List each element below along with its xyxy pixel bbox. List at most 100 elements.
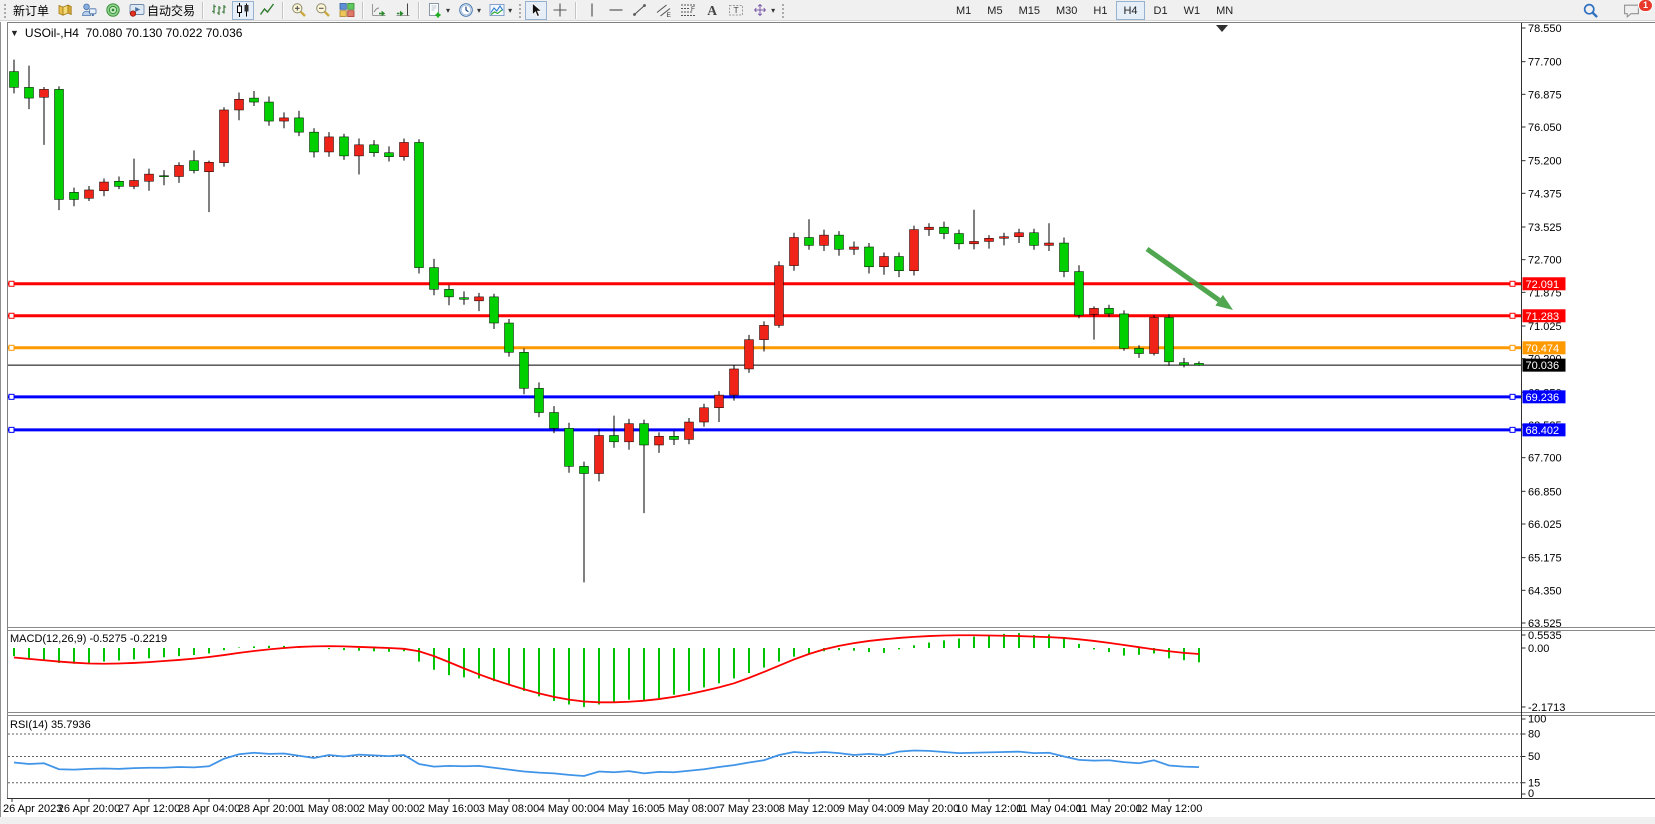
hline-handle[interactable]	[1510, 345, 1515, 350]
template-icon	[489, 2, 505, 18]
hline-handle[interactable]	[9, 427, 14, 432]
chart-canvas[interactable]: 78.55077.70076.87576.05075.20074.37573.5…	[0, 22, 1655, 824]
toolbar-gripper[interactable]	[518, 3, 522, 18]
candle-body	[340, 137, 349, 156]
text-button[interactable]: A	[701, 1, 723, 20]
zoom-in-button[interactable]	[288, 1, 310, 20]
candle-body	[565, 428, 574, 466]
search-button[interactable]	[1575, 1, 1606, 20]
new-order-button[interactable]: 新订单	[10, 1, 52, 20]
hline-handle[interactable]	[1510, 281, 1515, 286]
svg-text:A: A	[707, 3, 717, 18]
arrows-button[interactable]: ▾	[749, 1, 778, 20]
candle-body	[280, 118, 289, 121]
symbols-button[interactable]	[54, 1, 76, 20]
bar-chart-button[interactable]	[208, 1, 230, 20]
periods-button[interactable]: ▾	[455, 1, 484, 20]
candle-body	[490, 297, 499, 323]
tile-icon	[339, 2, 355, 18]
candle-body	[115, 181, 124, 186]
price-tick-label: 72.700	[1528, 255, 1562, 267]
dropdown-arrow-icon[interactable]: ▾	[508, 6, 512, 15]
candle-body	[1195, 363, 1204, 365]
one-click-trading-toggle[interactable]: ▼	[10, 28, 19, 38]
candle-body	[910, 230, 919, 271]
candle-body	[70, 192, 79, 199]
autotrade-icon	[129, 2, 145, 18]
vertical-line-button[interactable]	[581, 1, 603, 20]
cursor-button[interactable]	[525, 1, 547, 20]
hline-handle[interactable]	[1510, 427, 1515, 432]
candle-body	[400, 142, 409, 156]
time-tick-label: 28 Apr 04:00	[178, 803, 240, 815]
candle-body	[715, 395, 724, 408]
timeframe-m1-button[interactable]: M1	[949, 1, 978, 20]
equidistant-channel-button[interactable]: E	[653, 1, 675, 20]
market-watch-button[interactable]	[78, 1, 100, 20]
auto-scroll-button[interactable]	[368, 1, 390, 20]
candle-body	[1150, 317, 1159, 353]
hline-handle[interactable]	[1510, 394, 1515, 399]
hline-handle[interactable]	[9, 313, 14, 318]
time-tick-label: 12 May 12:00	[1136, 803, 1203, 815]
timeframe-m30-button[interactable]: M30	[1049, 1, 1084, 20]
dropdown-arrow-icon[interactable]: ▾	[477, 6, 481, 15]
timeframe-w1-button[interactable]: W1	[1177, 1, 1208, 20]
toolbar-gripper[interactable]	[3, 3, 7, 18]
signals-button[interactable]	[102, 1, 124, 20]
chart-background	[0, 22, 1655, 824]
templates-button[interactable]: ▾	[486, 1, 515, 20]
timeframe-mn-button[interactable]: MN	[1209, 1, 1240, 20]
trendline-button[interactable]	[629, 1, 651, 20]
candle-body	[1180, 363, 1189, 365]
timeframe-m15-button[interactable]: M15	[1012, 1, 1047, 20]
svg-text:F: F	[691, 6, 695, 13]
dropdown-arrow-icon[interactable]: ▾	[446, 6, 450, 15]
timeframe-h1-button[interactable]: H1	[1086, 1, 1114, 20]
macd-indicator-label: MACD(12,26,9) -0.5275 -0.2219	[10, 633, 167, 645]
tile-windows-button[interactable]	[336, 1, 358, 20]
candle-body	[10, 72, 19, 88]
time-tick-label: 11 May 04:00	[1016, 803, 1082, 815]
clock-icon	[458, 2, 474, 18]
autoscroll-icon	[371, 2, 387, 18]
candle-body	[985, 238, 994, 241]
hline-handle[interactable]	[9, 394, 14, 399]
candle-body	[355, 145, 364, 156]
candle-body	[700, 408, 709, 422]
new-chart-button[interactable]: ▾	[424, 1, 453, 20]
candle-body	[235, 99, 244, 110]
candle-body	[25, 87, 34, 98]
time-tick-label: 4 May 16:00	[599, 803, 660, 815]
candle-body	[1120, 314, 1129, 348]
chart-shift-button[interactable]	[392, 1, 414, 20]
zoom-out-button[interactable]	[312, 1, 334, 20]
timeframe-m5-button[interactable]: M5	[980, 1, 1009, 20]
hline-handle[interactable]	[9, 345, 14, 350]
fibonacci-button[interactable]: F	[677, 1, 699, 20]
candle-body	[685, 422, 694, 439]
text-label-button[interactable]: T	[725, 1, 747, 20]
crosshair-button[interactable]	[549, 1, 571, 20]
toolbar: 新订单 自动交易 ▾ ▾ ▾ E F AT ▾	[0, 0, 1655, 21]
toolbar-gripper[interactable]	[781, 3, 785, 18]
horizontal-line-button[interactable]	[605, 1, 627, 20]
candles-icon	[235, 2, 251, 18]
chat-button[interactable]: 1	[1616, 1, 1647, 20]
hline-handle[interactable]	[1510, 313, 1515, 318]
dropdown-arrow-icon[interactable]: ▾	[771, 6, 775, 15]
candle-body	[205, 162, 214, 172]
time-tick-label: 27 Apr 12:00	[118, 803, 180, 815]
price-badge-label: 69.236	[1526, 392, 1560, 404]
timeframe-h4-button[interactable]: H4	[1116, 1, 1144, 20]
candle-body	[745, 340, 754, 369]
hline-handle[interactable]	[9, 281, 14, 286]
candle-body	[880, 256, 889, 266]
candle-body	[250, 98, 259, 102]
timeframe-d1-button[interactable]: D1	[1147, 1, 1175, 20]
line-chart-button[interactable]	[256, 1, 278, 20]
toolbar-separator	[362, 2, 364, 19]
candle-body	[85, 190, 94, 198]
autotrade-button[interactable]: 自动交易	[126, 1, 198, 20]
candlestick-chart-button[interactable]	[232, 1, 254, 20]
